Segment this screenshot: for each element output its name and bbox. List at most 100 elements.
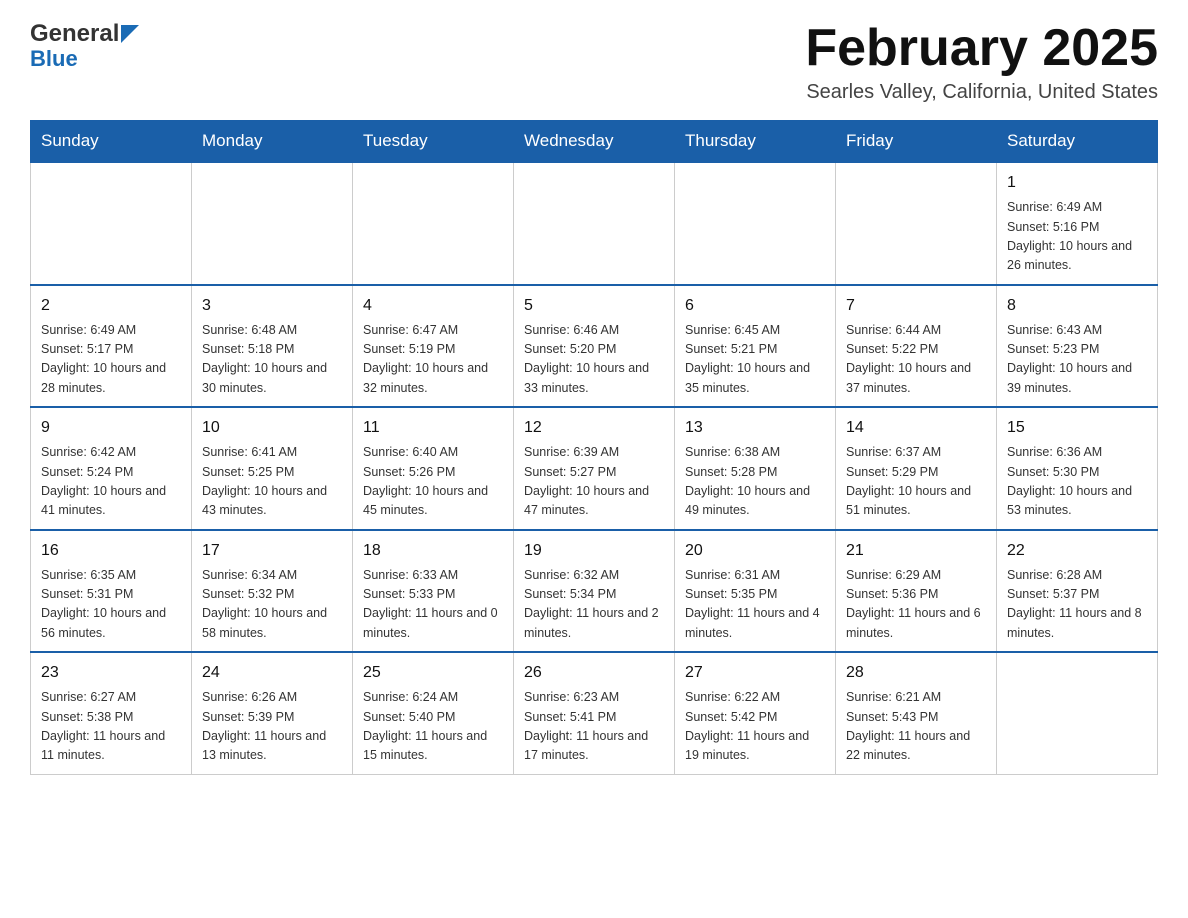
day-info: Sunrise: 6:27 AM Sunset: 5:38 PM Dayligh…: [41, 688, 181, 766]
day-info: Sunrise: 6:45 AM Sunset: 5:21 PM Dayligh…: [685, 321, 825, 399]
logo-general-text: General: [30, 20, 119, 48]
day-info: Sunrise: 6:49 AM Sunset: 5:17 PM Dayligh…: [41, 321, 181, 399]
day-number: 18: [363, 539, 503, 563]
calendar-cell: [353, 162, 514, 285]
day-number: 11: [363, 416, 503, 440]
calendar-week-4: 16 Sunrise: 6:35 AM Sunset: 5:31 PM Dayli…: [31, 530, 1158, 653]
day-info: Sunrise: 6:38 AM Sunset: 5:28 PM Dayligh…: [685, 443, 825, 521]
calendar-cell: 15 Sunrise: 6:36 AM Sunset: 5:30 PM Dayli…: [997, 407, 1158, 530]
calendar-cell: 4 Sunrise: 6:47 AM Sunset: 5:19 PM Daylig…: [353, 285, 514, 408]
day-info: Sunrise: 6:41 AM Sunset: 5:25 PM Dayligh…: [202, 443, 342, 521]
day-number: 14: [846, 416, 986, 440]
calendar-cell: 7Sunrise: 6:44 AM Sunset: 5:22 PM Daylig…: [836, 285, 997, 408]
calendar-cell: 25Sunrise: 6:24 AM Sunset: 5:40 PM Dayli…: [353, 652, 514, 774]
day-number: 3: [202, 294, 342, 318]
day-number: 9: [41, 416, 181, 440]
day-of-week-saturday: Saturday: [997, 121, 1158, 163]
day-number: 24: [202, 661, 342, 685]
calendar-cell: [514, 162, 675, 285]
day-info: Sunrise: 6:21 AM Sunset: 5:43 PM Dayligh…: [846, 688, 986, 766]
day-info: Sunrise: 6:46 AM Sunset: 5:20 PM Dayligh…: [524, 321, 664, 399]
day-number: 20: [685, 539, 825, 563]
day-of-week-wednesday: Wednesday: [514, 121, 675, 163]
calendar-cell: 24 Sunrise: 6:26 AM Sunset: 5:39 PM Dayli…: [192, 652, 353, 774]
calendar-cell: 6 Sunrise: 6:45 AM Sunset: 5:21 PM Daylig…: [675, 285, 836, 408]
calendar-cell: 1 Sunrise: 6:49 AM Sunset: 5:16 PM Daylig…: [997, 162, 1158, 285]
day-number: 5: [524, 294, 664, 318]
day-info: Sunrise: 6:37 AM Sunset: 5:29 PM Dayligh…: [846, 443, 986, 521]
day-of-week-thursday: Thursday: [675, 121, 836, 163]
logo-blue-text: Blue: [30, 46, 78, 72]
calendar-header: SundayMondayTuesdayWednesdayThursdayFrid…: [31, 121, 1158, 163]
page-header: General Blue February 2025 Searles Valle…: [30, 20, 1158, 104]
calendar-cell: 18 Sunrise: 6:33 AM Sunset: 5:33 PM Dayli…: [353, 530, 514, 653]
calendar-cell: 28 Sunrise: 6:21 AM Sunset: 5:43 PM Dayli…: [836, 652, 997, 774]
day-info: Sunrise: 6:47 AM Sunset: 5:19 PM Dayligh…: [363, 321, 503, 399]
day-info: Sunrise: 6:49 AM Sunset: 5:16 PM Dayligh…: [1007, 198, 1147, 276]
calendar-table: SundayMondayTuesdayWednesdayThursdayFrid…: [30, 120, 1158, 775]
day-number: 7: [846, 294, 986, 318]
calendar-cell: 11Sunrise: 6:40 AM Sunset: 5:26 PM Dayli…: [353, 407, 514, 530]
day-info: Sunrise: 6:26 AM Sunset: 5:39 PM Dayligh…: [202, 688, 342, 766]
day-of-week-sunday: Sunday: [31, 121, 192, 163]
day-info: Sunrise: 6:33 AM Sunset: 5:33 PM Dayligh…: [363, 566, 503, 644]
calendar-cell: 5 Sunrise: 6:46 AM Sunset: 5:20 PM Daylig…: [514, 285, 675, 408]
day-number: 16: [41, 539, 181, 563]
calendar-cell: [675, 162, 836, 285]
day-number: 22: [1007, 539, 1147, 563]
day-number: 13: [685, 416, 825, 440]
calendar-cell: [192, 162, 353, 285]
calendar-cell: 21 Sunrise: 6:29 AM Sunset: 5:36 PM Dayli…: [836, 530, 997, 653]
calendar-subtitle: Searles Valley, California, United State…: [805, 81, 1158, 104]
calendar-cell: 20Sunrise: 6:31 AM Sunset: 5:35 PM Dayli…: [675, 530, 836, 653]
day-info: Sunrise: 6:48 AM Sunset: 5:18 PM Dayligh…: [202, 321, 342, 399]
calendar-week-1: 1 Sunrise: 6:49 AM Sunset: 5:16 PM Daylig…: [31, 162, 1158, 285]
day-number: 25: [363, 661, 503, 685]
title-area: February 2025 Searles Valley, California…: [805, 20, 1158, 104]
day-info: Sunrise: 6:32 AM Sunset: 5:34 PM Dayligh…: [524, 566, 664, 644]
calendar-cell: 3 Sunrise: 6:48 AM Sunset: 5:18 PM Daylig…: [192, 285, 353, 408]
calendar-cell: 16 Sunrise: 6:35 AM Sunset: 5:31 PM Dayli…: [31, 530, 192, 653]
calendar-cell: 23 Sunrise: 6:27 AM Sunset: 5:38 PM Dayli…: [31, 652, 192, 774]
calendar-cell: 10 Sunrise: 6:41 AM Sunset: 5:25 PM Dayli…: [192, 407, 353, 530]
day-info: Sunrise: 6:35 AM Sunset: 5:31 PM Dayligh…: [41, 566, 181, 644]
calendar-cell: 26Sunrise: 6:23 AM Sunset: 5:41 PM Dayli…: [514, 652, 675, 774]
calendar-cell: 27 Sunrise: 6:22 AM Sunset: 5:42 PM Dayli…: [675, 652, 836, 774]
calendar-cell: [997, 652, 1158, 774]
day-of-week-monday: Monday: [192, 121, 353, 163]
calendar-week-5: 23 Sunrise: 6:27 AM Sunset: 5:38 PM Dayli…: [31, 652, 1158, 774]
day-number: 15: [1007, 416, 1147, 440]
calendar-cell: 17Sunrise: 6:34 AM Sunset: 5:32 PM Dayli…: [192, 530, 353, 653]
calendar-cell: 2Sunrise: 6:49 AM Sunset: 5:17 PM Daylig…: [31, 285, 192, 408]
calendar-cell: 9 Sunrise: 6:42 AM Sunset: 5:24 PM Daylig…: [31, 407, 192, 530]
calendar-week-2: 2Sunrise: 6:49 AM Sunset: 5:17 PM Daylig…: [31, 285, 1158, 408]
day-number: 21: [846, 539, 986, 563]
day-number: 27: [685, 661, 825, 685]
calendar-cell: 22 Sunrise: 6:28 AM Sunset: 5:37 PM Dayli…: [997, 530, 1158, 653]
day-number: 28: [846, 661, 986, 685]
days-of-week-row: SundayMondayTuesdayWednesdayThursdayFrid…: [31, 121, 1158, 163]
day-number: 1: [1007, 171, 1147, 195]
calendar-cell: [31, 162, 192, 285]
calendar-cell: 14 Sunrise: 6:37 AM Sunset: 5:29 PM Dayli…: [836, 407, 997, 530]
day-info: Sunrise: 6:22 AM Sunset: 5:42 PM Dayligh…: [685, 688, 825, 766]
day-info: Sunrise: 6:36 AM Sunset: 5:30 PM Dayligh…: [1007, 443, 1147, 521]
day-of-week-tuesday: Tuesday: [353, 121, 514, 163]
day-number: 4: [363, 294, 503, 318]
calendar-body: 1 Sunrise: 6:49 AM Sunset: 5:16 PM Daylig…: [31, 162, 1158, 774]
day-info: Sunrise: 6:39 AM Sunset: 5:27 PM Dayligh…: [524, 443, 664, 521]
day-number: 10: [202, 416, 342, 440]
day-info: Sunrise: 6:43 AM Sunset: 5:23 PM Dayligh…: [1007, 321, 1147, 399]
day-info: Sunrise: 6:28 AM Sunset: 5:37 PM Dayligh…: [1007, 566, 1147, 644]
calendar-cell: 13 Sunrise: 6:38 AM Sunset: 5:28 PM Dayli…: [675, 407, 836, 530]
day-info: Sunrise: 6:29 AM Sunset: 5:36 PM Dayligh…: [846, 566, 986, 644]
day-number: 8: [1007, 294, 1147, 318]
day-number: 23: [41, 661, 181, 685]
calendar-cell: 12Sunrise: 6:39 AM Sunset: 5:27 PM Dayli…: [514, 407, 675, 530]
calendar-cell: 19Sunrise: 6:32 AM Sunset: 5:34 PM Dayli…: [514, 530, 675, 653]
day-info: Sunrise: 6:42 AM Sunset: 5:24 PM Dayligh…: [41, 443, 181, 521]
day-number: 6: [685, 294, 825, 318]
day-info: Sunrise: 6:23 AM Sunset: 5:41 PM Dayligh…: [524, 688, 664, 766]
calendar-title: February 2025: [805, 20, 1158, 77]
calendar-cell: 8 Sunrise: 6:43 AM Sunset: 5:23 PM Daylig…: [997, 285, 1158, 408]
